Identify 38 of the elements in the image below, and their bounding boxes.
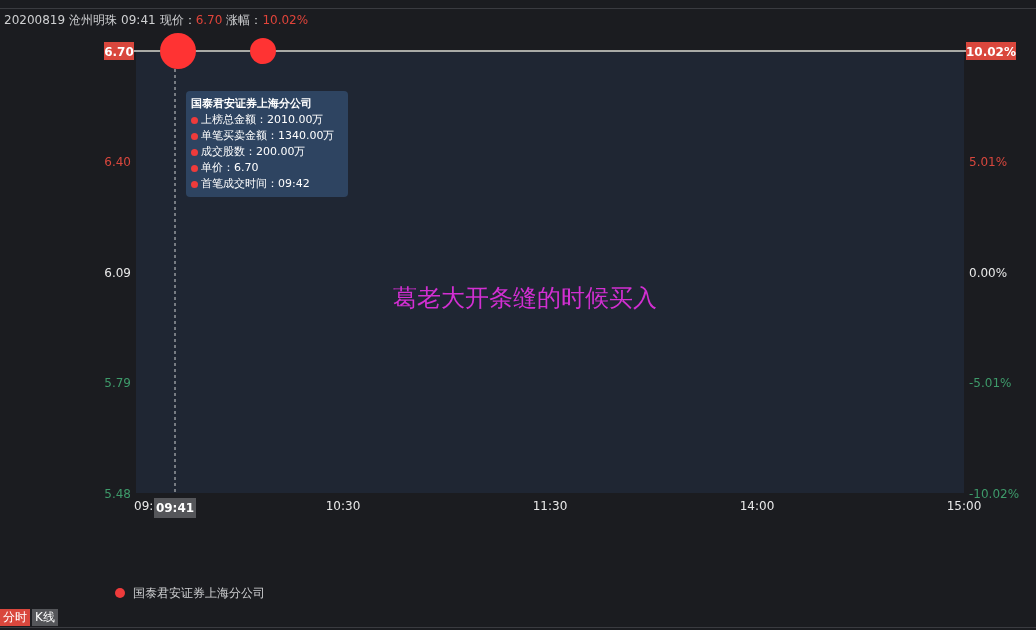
axis-label: 14:00 xyxy=(739,499,775,513)
tooltip-title: 国泰君安证券上海分公司 xyxy=(191,96,313,112)
axis-label: -5.01% xyxy=(969,376,1012,390)
axis-label: 09: xyxy=(134,499,154,513)
axis-label: 5.48 xyxy=(104,486,131,501)
bullet-icon xyxy=(191,116,198,124)
change-text: 涨幅：10.02% xyxy=(226,12,309,29)
stock-name: 沧州明珠 xyxy=(69,12,118,29)
price-tag: 6.70 xyxy=(104,42,134,60)
axis-label: 5.01% xyxy=(969,155,1008,169)
view-tab[interactable]: 分时 xyxy=(0,609,30,626)
tooltip-row: 单价：6.70 xyxy=(201,160,259,176)
price-tag: 10.02% xyxy=(966,42,1016,60)
bullet-icon xyxy=(191,164,198,172)
legend-label[interactable]: 国泰君安证券上海分公司 xyxy=(133,584,265,602)
axis-label: 0.00% xyxy=(969,265,1008,280)
axis-label: 6.40 xyxy=(104,155,131,169)
axis-label: 10:30 xyxy=(325,499,361,513)
axis-label: 5.79 xyxy=(104,376,131,390)
view-tab[interactable]: K线 xyxy=(32,609,58,626)
axis-label: -10.02% xyxy=(969,486,1020,501)
bullet-icon xyxy=(191,148,198,156)
bullet-icon xyxy=(191,132,198,140)
tooltip-row: 上榜总金额：2010.00万 xyxy=(201,112,324,128)
axis-label: 11:30 xyxy=(532,499,568,513)
tooltip-row: 单笔买卖金额：1340.00万 xyxy=(201,128,335,144)
tooltip-row: 成交股数：200.00万 xyxy=(201,144,306,160)
price-text: 现价：6.70 xyxy=(159,12,223,29)
tooltip-row: 首笔成交时间：09:42 xyxy=(201,176,310,192)
trade-bubble[interactable] xyxy=(160,33,196,69)
axis-label: 15:00 xyxy=(946,499,982,513)
date-text: 20200819 xyxy=(4,12,66,29)
axis-label: 6.09 xyxy=(104,265,131,280)
crosshair-time-label: 09:41 xyxy=(154,498,196,518)
trade-bubble[interactable] xyxy=(250,38,276,64)
chart-annotation: 葛老大开条缝的时候买入 xyxy=(393,284,657,312)
bullet-icon xyxy=(191,180,198,188)
time-text: 09:41 xyxy=(121,12,156,29)
